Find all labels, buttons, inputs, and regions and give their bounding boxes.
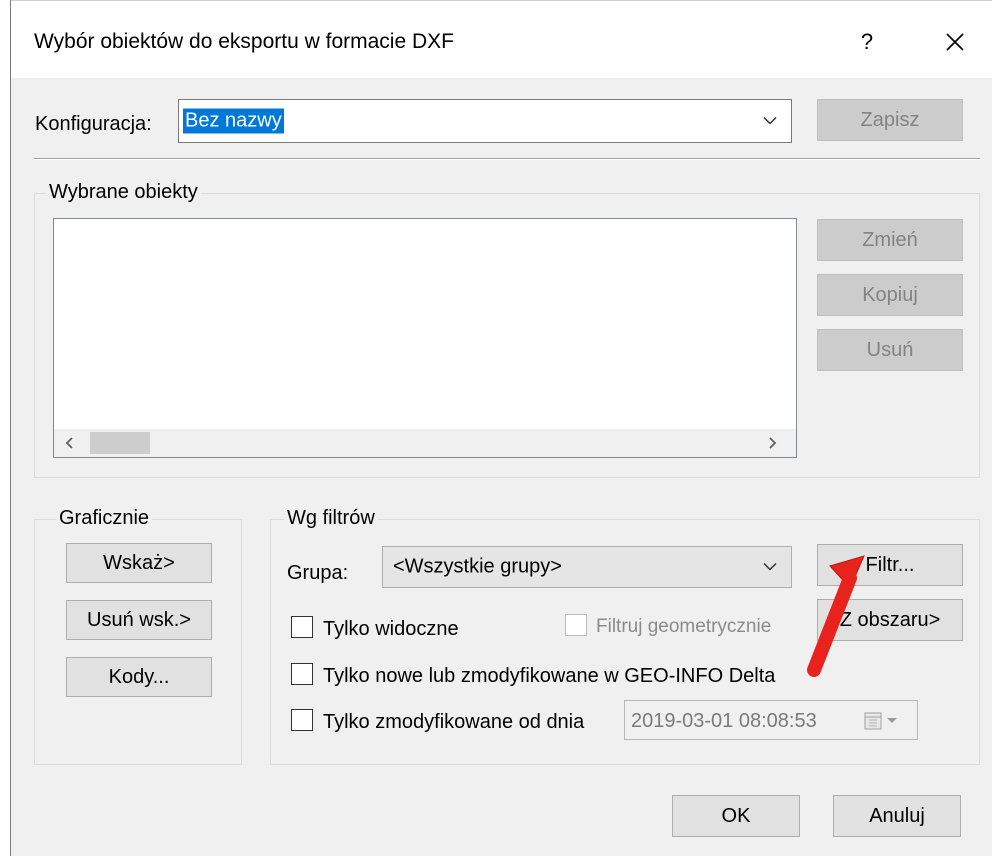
close-icon — [946, 33, 964, 51]
config-combo[interactable]: Bez nazwy — [178, 99, 792, 143]
calendar-icon[interactable] — [863, 711, 901, 731]
help-icon: ? — [860, 29, 874, 54]
selected-objects-list[interactable] — [53, 218, 797, 458]
only-new-label: Tylko nowe lub zmodyfikowane w GEO-INFO … — [323, 665, 776, 687]
group-combo[interactable]: <Wszystkie grupy> — [382, 546, 792, 588]
graphic-label: Graficznie — [56, 508, 153, 528]
copy-button[interactable]: Kopiuj — [817, 274, 963, 316]
window-border-top — [10, 0, 992, 1]
help-button[interactable]: ? — [842, 18, 892, 66]
annotation-arrow-icon — [807, 555, 865, 677]
separator — [34, 158, 980, 160]
window-title: Wybór obiektów do eksportu w formacie DX… — [34, 30, 454, 53]
group-combo-value: <Wszystkie grupy> — [393, 555, 562, 578]
codes-button[interactable]: Kody... — [66, 657, 212, 697]
annotation-arrow-shaft — [807, 571, 857, 677]
scrollbar-thumb[interactable] — [90, 432, 150, 454]
change-button[interactable]: Zmień — [817, 219, 963, 261]
chevron-down-icon — [763, 116, 777, 125]
only-modified-checkbox[interactable] — [291, 709, 313, 731]
point-button[interactable]: Wskaż> — [66, 543, 212, 583]
cancel-button[interactable]: Anuluj — [833, 795, 961, 837]
scroll-left-icon[interactable] — [65, 437, 73, 449]
selected-objects-label: Wybrane obiekty — [46, 182, 201, 202]
only-visible-label: Tylko widoczne — [323, 618, 459, 640]
config-combo-value: Bez nazwy — [183, 108, 284, 134]
config-label: Konfiguracja: — [35, 113, 152, 135]
ok-button[interactable]: OK — [672, 795, 800, 837]
date-picker[interactable]: 2019-03-01 08:08:53 — [624, 700, 918, 740]
only-new-checkbox[interactable] — [291, 663, 313, 685]
horizontal-scrollbar[interactable] — [54, 429, 796, 457]
filter-geom-checkbox[interactable] — [565, 614, 587, 636]
save-button[interactable]: Zapisz — [817, 99, 963, 141]
unpoint-button[interactable]: Usuń wsk.> — [66, 600, 212, 640]
only-modified-label: Tylko zmodyfikowane od dnia — [323, 711, 585, 733]
delete-button[interactable]: Usuń — [817, 329, 963, 371]
filters-label: Wg filtrów — [284, 508, 378, 528]
only-visible-checkbox[interactable] — [291, 616, 313, 638]
group-field-label: Grupa: — [287, 562, 349, 584]
chevron-down-icon — [763, 562, 777, 571]
close-button[interactable] — [930, 18, 980, 66]
filter-geom-label: Filtruj geometrycznie — [596, 616, 772, 637]
scroll-right-icon[interactable] — [769, 437, 777, 449]
date-value: 2019-03-01 08:08:53 — [631, 710, 817, 732]
